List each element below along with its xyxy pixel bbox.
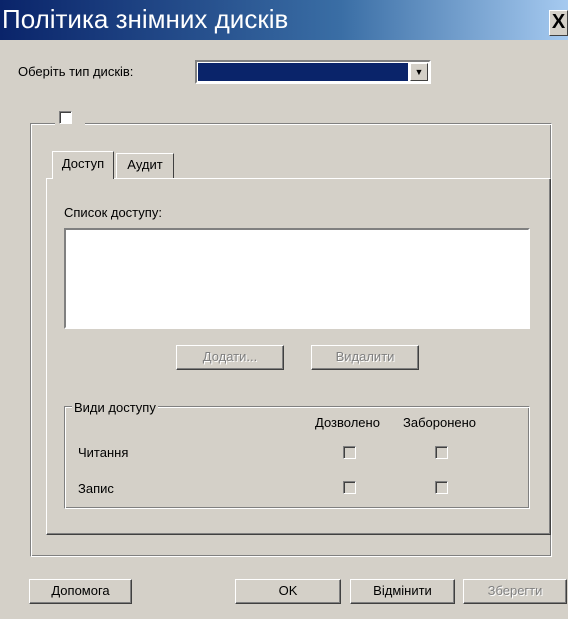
window-title: Політика знімних дисків: [2, 4, 289, 34]
help-button[interactable]: Допомога: [29, 579, 132, 604]
ok-button[interactable]: OK: [235, 579, 341, 604]
close-button[interactable]: X: [549, 10, 568, 36]
disk-type-label: Оберіть тип дисків:: [18, 64, 134, 79]
column-allowed: Дозволено: [315, 415, 380, 430]
cancel-button[interactable]: Відмінити: [350, 579, 455, 604]
tab-audit-label: Аудит: [127, 157, 163, 172]
access-list-label: Список доступу:: [64, 205, 162, 220]
column-denied: Заборонено: [403, 415, 477, 430]
write-allowed-checkbox[interactable]: [343, 481, 356, 494]
access-types-label: Види доступу: [72, 400, 158, 415]
row-read-label: Читання: [78, 445, 129, 460]
dropdown-arrow-icon[interactable]: ▼: [410, 63, 428, 81]
read-denied-checkbox[interactable]: [435, 446, 448, 459]
add-button[interactable]: Додати...: [176, 345, 284, 370]
access-list[interactable]: [64, 228, 530, 329]
tab-audit[interactable]: Аудит: [116, 153, 174, 178]
disk-type-selected-value: [198, 63, 408, 81]
tab-access-label: Доступ: [61, 156, 105, 171]
row-write-label: Запис: [78, 481, 114, 496]
save-button[interactable]: Зберегти: [463, 579, 567, 604]
remove-button[interactable]: Видалити: [311, 345, 419, 370]
close-icon: X: [551, 11, 566, 33]
write-denied-checkbox[interactable]: [435, 481, 448, 494]
policy-enable-checkbox[interactable]: [59, 111, 72, 124]
title-bar: Політика знімних дисків: [0, 0, 568, 40]
read-allowed-checkbox[interactable]: [343, 446, 356, 459]
disk-type-select[interactable]: ▼: [195, 60, 431, 84]
tab-access[interactable]: Доступ: [52, 151, 114, 179]
